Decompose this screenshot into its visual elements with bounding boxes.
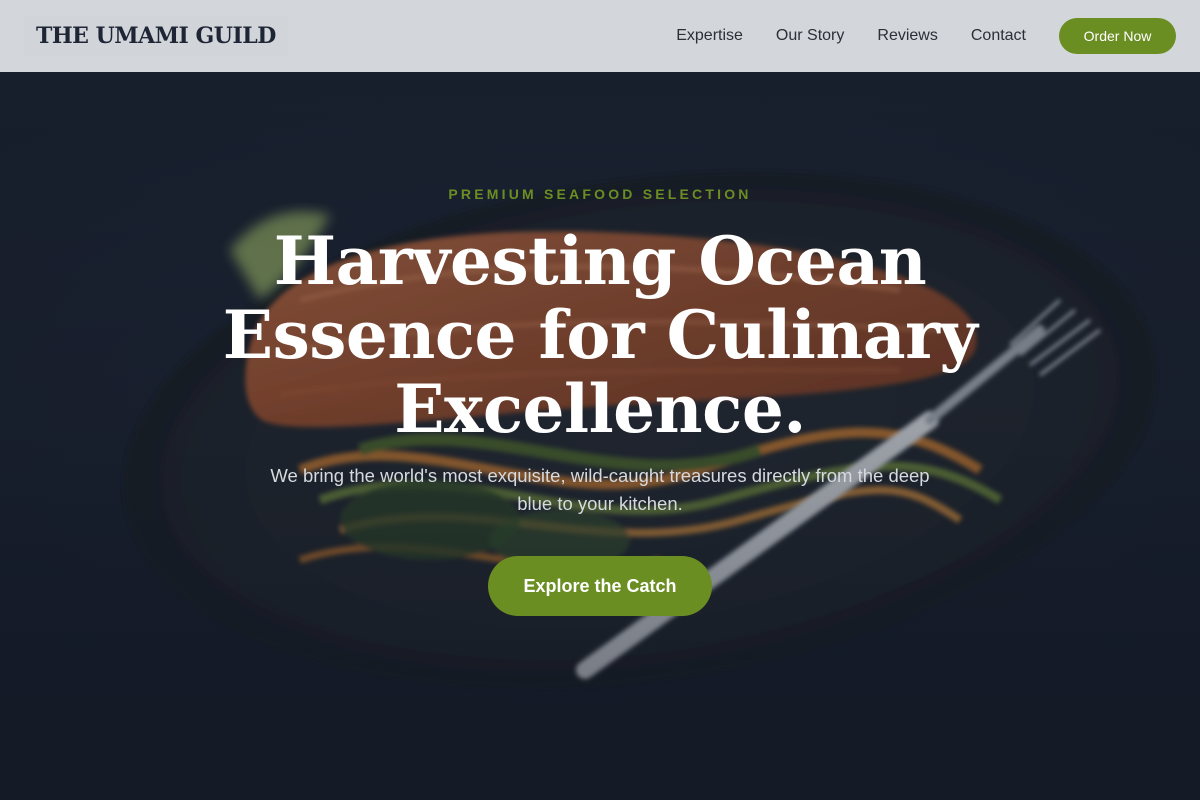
- main-nav: Expertise Our Story Reviews Contact Orde…: [643, 18, 1176, 54]
- nav-link-reviews[interactable]: Reviews: [877, 27, 937, 45]
- hero-headline: Harvesting Ocean Essence for Culinary Ex…: [222, 222, 978, 448]
- order-now-button[interactable]: Order Now: [1059, 18, 1176, 54]
- nav-link-expertise[interactable]: Expertise: [676, 27, 743, 45]
- hero-subtext: We bring the world's most exquisite, wil…: [270, 465, 930, 514]
- brand-logo[interactable]: THE UMAMI GUILD: [24, 16, 288, 56]
- nav-link-contact[interactable]: Contact: [971, 27, 1026, 45]
- hero-eyebrow: PREMIUM SEAFOOD SELECTION: [448, 186, 752, 202]
- hero-section: PREMIUM SEAFOOD SELECTION Harvesting Oce…: [0, 0, 1200, 800]
- hero-content: PREMIUM SEAFOOD SELECTION Harvesting Oce…: [0, 0, 1200, 800]
- top-navbar: THE UMAMI GUILD Expertise Our Story Revi…: [0, 0, 1200, 72]
- nav-link-our-story[interactable]: Our Story: [776, 27, 844, 45]
- explore-catch-button[interactable]: Explore the Catch: [488, 556, 712, 616]
